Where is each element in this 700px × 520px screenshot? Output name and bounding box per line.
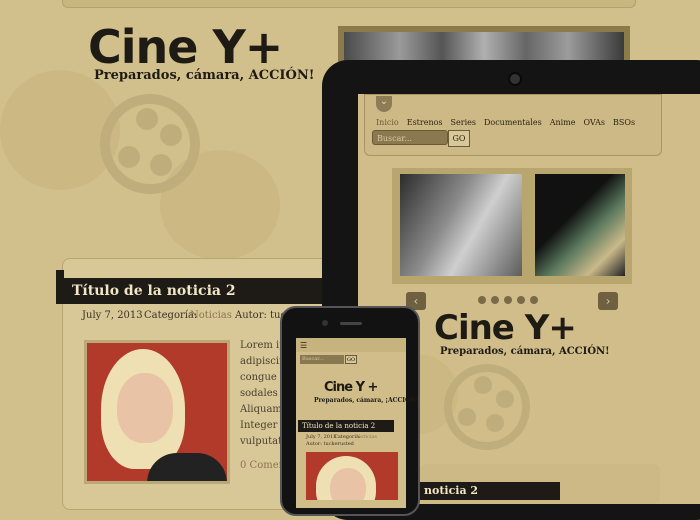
phone-tagline: Preparados, cámara, ¡ACCIÓN!	[314, 397, 419, 404]
phone-post-category[interactable]: Noticias	[356, 434, 377, 440]
slider-dot[interactable]	[491, 296, 499, 304]
slider-dot[interactable]	[517, 296, 525, 304]
phone-post-title[interactable]: Título de la noticia 2	[298, 420, 394, 432]
phone-post-thumbnail[interactable]	[306, 452, 398, 500]
phone-go-button[interactable]: GO	[345, 355, 357, 364]
slide-image[interactable]	[535, 174, 625, 276]
post-date: July 7, 2013	[82, 310, 143, 321]
search-go-button[interactable]: GO	[448, 130, 470, 147]
search-input[interactable]: Buscar...	[372, 130, 448, 145]
site-tagline: Preparados, cámara, ACCIÓN!	[94, 68, 315, 83]
nav-item[interactable]: Inicio	[376, 118, 399, 127]
nav-item[interactable]: Series	[451, 118, 476, 127]
slider-dot[interactable]	[530, 296, 538, 304]
tablet-post-title[interactable]: noticia 2	[420, 482, 560, 500]
top-strip	[62, 0, 636, 8]
slider-dot[interactable]	[504, 296, 512, 304]
tablet-camera	[508, 72, 522, 86]
slide-image[interactable]	[400, 174, 522, 276]
post-thumbnail[interactable]	[84, 340, 230, 484]
phone-speaker	[340, 322, 362, 325]
nav-item[interactable]: Estrenos	[407, 118, 443, 127]
comments-link[interactable]: 0 Comen	[240, 460, 285, 471]
phone-post-author: Autor: tuckerusted	[306, 441, 354, 447]
post-category-link[interactable]: Noticias	[190, 310, 232, 321]
nav-item[interactable]: Anime	[550, 118, 576, 127]
phone-search-input[interactable]: Buscar...	[300, 355, 344, 364]
nav-item[interactable]: OVAs	[584, 118, 606, 127]
film-reel-decoration	[100, 94, 200, 194]
site-logo[interactable]: Cine Y+	[88, 20, 283, 74]
nav-item[interactable]: Documentales	[484, 118, 542, 127]
post-author: Autor: tuc	[235, 310, 287, 321]
chevron-down-icon[interactable]: ⌄	[376, 96, 392, 112]
hamburger-menu-icon[interactable]: ☰	[300, 341, 307, 350]
tablet-tagline: Preparados, cámara, ACCIÓN!	[440, 346, 610, 357]
nav-item[interactable]: BSOs	[613, 118, 635, 127]
tablet-nav: Inicio Estrenos Series Documentales Anim…	[376, 118, 635, 127]
slider-dots	[478, 296, 538, 304]
phone-logo[interactable]: Cine Y +	[324, 380, 378, 395]
phone-topbar	[296, 338, 406, 352]
slider-next-button[interactable]: ›	[598, 292, 618, 310]
post-title[interactable]: Título de la noticia 2	[62, 278, 322, 304]
phone-post-date: July 7, 2013	[306, 434, 337, 440]
tablet-logo[interactable]: Cine Y+	[434, 308, 577, 348]
phone-camera	[322, 320, 328, 326]
film-reel-decoration	[444, 364, 530, 450]
slider-dot[interactable]	[478, 296, 486, 304]
